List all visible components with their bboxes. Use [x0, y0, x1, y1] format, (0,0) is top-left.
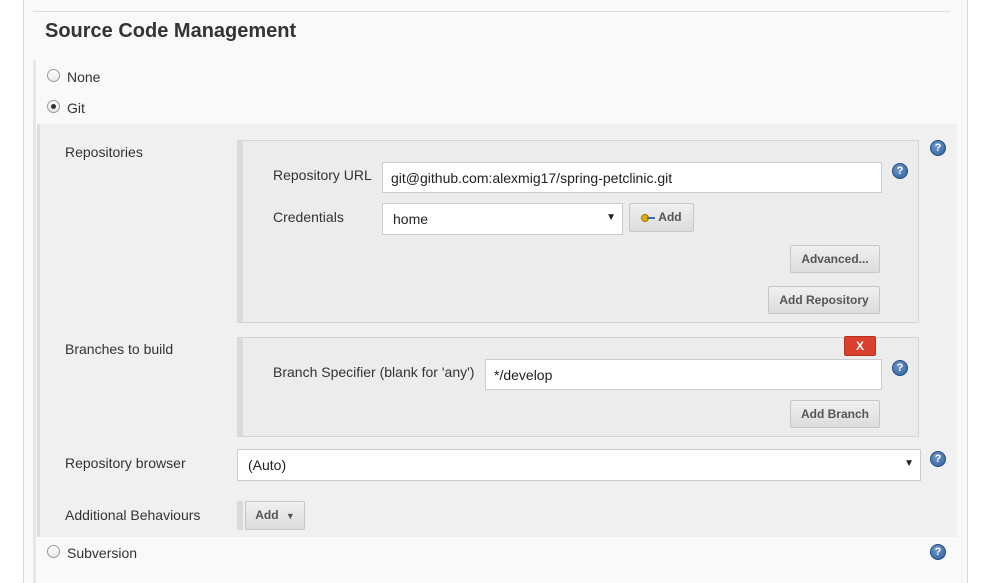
- chevron-down-icon: ▼: [606, 212, 616, 223]
- delete-branch-button[interactable]: X: [844, 336, 876, 356]
- scm-none-radio[interactable]: [47, 69, 60, 82]
- section-divider: [33, 11, 950, 12]
- repositories-label: Repositories: [65, 144, 143, 160]
- repository-browser-value: (Auto): [248, 457, 287, 473]
- branch-specifier-help-icon[interactable]: ?: [892, 360, 908, 376]
- repository-url-help-icon[interactable]: ?: [892, 163, 908, 179]
- repositories-help-icon[interactable]: ?: [930, 140, 946, 156]
- git-config-indent-bar: [37, 124, 40, 537]
- repository-browser-select[interactable]: (Auto) ▼: [237, 449, 921, 481]
- branch-specifier-input[interactable]: [485, 359, 882, 390]
- add-behaviour-button[interactable]: Add ▼: [245, 501, 305, 530]
- scm-options-indent-bar: [33, 60, 36, 583]
- scm-git-radio[interactable]: [47, 100, 60, 113]
- credentials-label: Credentials: [273, 209, 344, 225]
- repository-url-input[interactable]: [382, 162, 882, 193]
- add-credentials-button[interactable]: Add: [629, 203, 694, 232]
- scm-git-label[interactable]: Git: [67, 100, 85, 116]
- subversion-help-icon[interactable]: ?: [930, 544, 946, 560]
- repository-browser-help-icon[interactable]: ?: [930, 451, 946, 467]
- credentials-select-value: home: [393, 211, 429, 227]
- chevron-down-icon: ▼: [904, 458, 914, 469]
- add-branch-button[interactable]: Add Branch: [790, 400, 880, 428]
- scm-none-label[interactable]: None: [67, 69, 100, 85]
- section-title: Source Code Management: [45, 20, 297, 42]
- branch-specifier-label: Branch Specifier (blank for 'any'): [273, 364, 475, 380]
- key-icon: [641, 213, 656, 222]
- advanced-button[interactable]: Advanced...: [790, 245, 880, 273]
- add-repository-button[interactable]: Add Repository: [768, 286, 880, 314]
- credentials-select[interactable]: home ▼: [382, 203, 623, 235]
- repository-url-label: Repository URL: [273, 167, 372, 183]
- add-credentials-label: Add: [658, 210, 682, 224]
- additional-behaviours-label: Additional Behaviours: [65, 507, 201, 523]
- additional-behaviours-bar: [237, 501, 243, 530]
- scm-subversion-radio[interactable]: [47, 545, 60, 558]
- repository-browser-label: Repository browser: [65, 455, 186, 471]
- scm-subversion-label[interactable]: Subversion: [67, 545, 137, 561]
- chevron-down-icon: ▼: [285, 511, 295, 521]
- add-behaviour-label: Add: [255, 508, 279, 522]
- branches-label: Branches to build: [65, 341, 174, 357]
